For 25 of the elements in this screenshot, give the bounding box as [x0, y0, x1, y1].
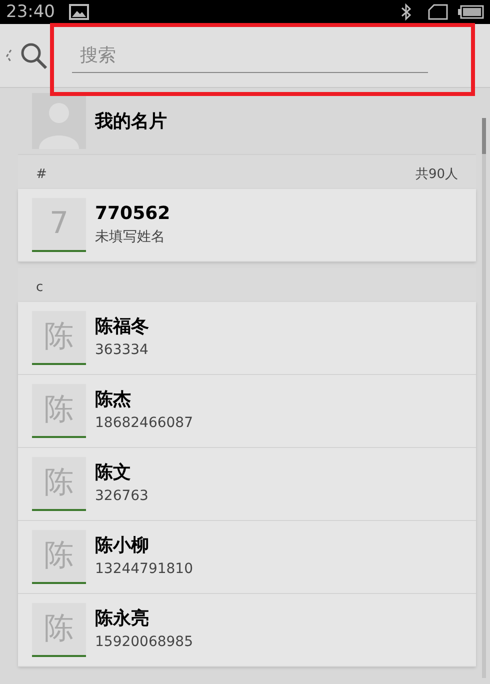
bluetooth-icon	[400, 3, 412, 21]
battery-icon	[458, 5, 484, 19]
contact-detail: 363334	[95, 341, 149, 360]
contact-detail: 18682466087	[95, 414, 193, 433]
picture-icon	[69, 4, 89, 20]
contact-detail: 未填写姓名	[95, 228, 166, 247]
contact-name: 陈永亮	[95, 607, 150, 631]
section-letter: #	[36, 166, 47, 184]
contact-name: 陈杰	[95, 388, 132, 412]
contact-name: 陈福冬	[95, 315, 149, 339]
contact-detail: 15920068985	[95, 633, 193, 652]
sim-card-icon	[428, 4, 448, 20]
section-letter: c	[36, 279, 44, 298]
contact-name: 陈小柳	[95, 534, 150, 558]
contact-name: 770562	[95, 202, 170, 226]
my-card-label: 我的名片	[95, 110, 167, 134]
contact-detail: 13244791810	[95, 560, 193, 579]
clock: 23:40	[6, 4, 55, 20]
search-bar[interactable]: 搜索	[0, 24, 490, 88]
scrollbar-thumb[interactable]	[482, 118, 486, 154]
avatar-silhouette-icon	[32, 93, 86, 149]
contact-detail: 326763	[95, 487, 148, 506]
search-icon[interactable]	[20, 42, 48, 70]
contact-count: 共90人	[415, 166, 458, 184]
contact-name: 陈文	[95, 461, 132, 485]
